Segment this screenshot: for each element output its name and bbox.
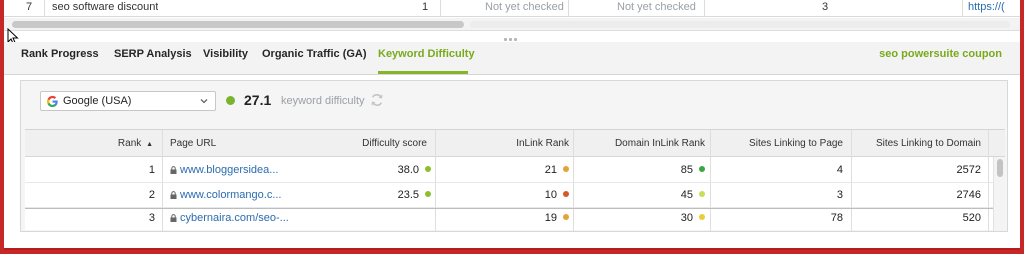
header-sites-linking-domain[interactable]: Sites Linking to Domain [855,130,981,157]
cell-rank: 2 [148,189,155,201]
cell-difficulty: 23.5 [287,183,431,208]
kd-score: 27.1 [244,92,272,108]
kd-label: keyword difficulty [281,95,365,107]
cell-domain-inlink: 45 [581,183,705,208]
cell-inlink: 19 [439,209,569,231]
cell-sites-page: 78 [830,212,843,224]
tab-keyword-difficulty[interactable]: Keyword Difficulty [378,48,475,60]
cell-sites-domain: 2572 [956,164,981,176]
sort-ascending-icon: ▲ [146,141,153,148]
kd-toolbar: Google (USA) 27.1 keyword difficulty [21,81,1007,127]
cell-url[interactable]: www.bloggersidea... [170,158,290,183]
cell-domain-inlink: 85 [581,158,705,183]
cell-domain-inlink: 30 [581,209,705,231]
row-status-2: Not yet checked [617,1,696,13]
lock-icon [170,214,177,222]
inlink-status-dot [563,166,569,172]
table-header: Rank ▲ Page URL Difficulty score InLink … [25,130,1005,157]
scrollbar-thumb[interactable] [12,21,464,28]
kd-status-dot [226,96,235,105]
tab-organic-traffic[interactable]: Organic Traffic (GA) [262,48,367,60]
row-count: 3 [822,1,829,13]
header-page-url[interactable]: Page URL [170,130,216,157]
app-window: 7 seo software discount 1 Not yet checke… [4,0,1020,250]
horizontal-scrollbar[interactable] [4,18,1020,31]
header-inlink-rank[interactable]: InLink Rank [439,130,569,157]
cell-sites-domain: 520 [962,212,981,224]
scrollbar-thumb[interactable] [997,159,1003,177]
row-index: 7 [26,1,33,13]
tab-serp-analysis[interactable]: SERP Analysis [114,48,192,60]
vertical-scrollbar[interactable] [993,157,1005,231]
cell-difficulty: 38.0 [287,158,431,183]
cell-rank: 3 [148,212,155,224]
row-link[interactable]: https://( [968,0,1005,17]
domain-inlink-status-dot [699,214,705,220]
active-tab-indicator [378,71,468,74]
header-difficulty-score[interactable]: Difficulty score [287,130,427,157]
scrollbar-track [470,21,1010,28]
cell-inlink: 10 [439,183,569,208]
refresh-icon[interactable] [369,92,385,108]
table-row[interactable]: 2 www.colormango.c... 23.5 10 45 3 2746 [25,183,993,208]
inlink-status-dot [563,191,569,197]
row-keyword: seo software discount [52,1,159,13]
lock-icon [170,166,177,174]
row-status-1: Not yet checked [485,1,564,13]
inlink-status-dot [563,214,569,220]
cell-rank: 1 [148,164,155,176]
difficulty-status-dot [425,191,431,197]
domain-inlink-status-dot [699,191,705,197]
header-sites-linking-page[interactable]: Sites Linking to Page [715,130,843,157]
google-icon [46,95,58,108]
cell-inlink: 21 [439,158,569,183]
search-engine-select[interactable]: Google (USA) [40,91,216,111]
difficulty-status-dot [425,166,431,172]
header-domain-inlink-rank[interactable]: Domain InLink Rank [581,130,705,157]
keyword-difficulty-panel: Google (USA) 27.1 keyword difficulty Ran… [20,80,1008,232]
search-engine-label: Google (USA) [63,95,132,107]
cell-url[interactable]: www.colormango.c... [170,183,290,208]
domain-inlink-status-dot [699,166,705,172]
keyword-table-row[interactable]: 7 seo software discount 1 Not yet checke… [4,0,1020,17]
cell-sites-domain: 2746 [956,189,981,201]
tab-bar: Rank Progress SERP Analysis Visibility O… [4,42,1020,75]
table-row[interactable]: 1 www.bloggersidea... 38.0 21 85 4 2572 [25,158,993,183]
cell-url[interactable]: cybernaira.com/seo-... [170,209,294,231]
cell-sites-page: 3 [836,189,843,201]
lock-icon [170,191,177,199]
tab-rank-progress[interactable]: Rank Progress [21,48,99,60]
table-row[interactable]: 3 cybernaira.com/seo-... 19 30 78 520 [25,209,993,231]
header-rank[interactable]: Rank ▲ [25,130,153,157]
competitor-table: Rank ▲ Page URL Difficulty score InLink … [25,129,1005,231]
cell-sites-page: 4 [836,164,843,176]
chevron-down-icon [200,99,208,104]
tab-visibility[interactable]: Visibility [203,48,248,60]
row-value: 1 [422,1,429,13]
coupon-link[interactable]: seo powersuite coupon [879,48,1002,60]
